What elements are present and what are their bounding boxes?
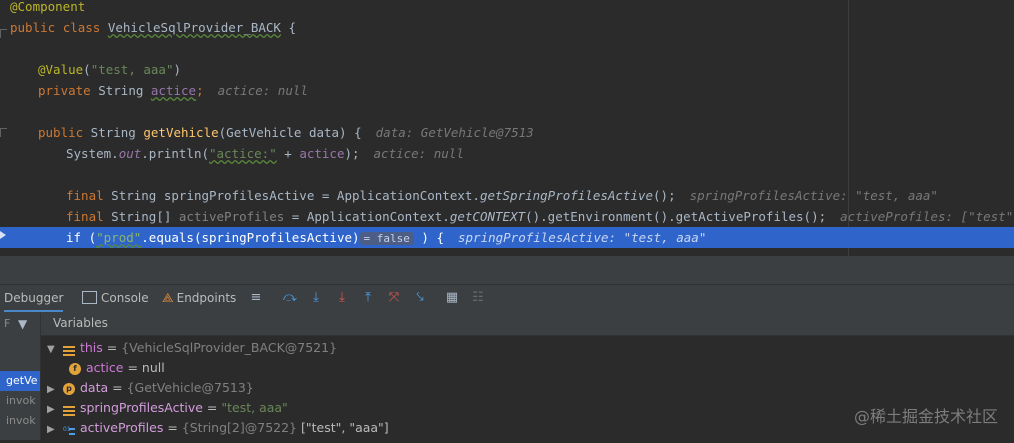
trace-icon[interactable]: ☷ (470, 290, 486, 306)
code-line-13-partial (0, 248, 1014, 256)
variable-row-springProfilesActive[interactable]: ▶ springProfilesActive = "test, aaa" (47, 398, 288, 418)
endpoints-icon: ⟁ (162, 291, 174, 306)
console-icon (82, 291, 97, 304)
inline-debug-hint: data: GetVehicle@7513 (375, 125, 534, 140)
tab-console[interactable]: Console (82, 284, 149, 312)
variable-row-this[interactable]: ▼ this = {VehicleSqlProvider_BACK@7521} (47, 338, 337, 358)
variable-row-activeProfiles[interactable]: ▶ 01 activeProfiles = {String[2]@7522} ["… (47, 418, 389, 438)
variable-row-actice[interactable]: f actice = null (69, 358, 165, 378)
fold-marker[interactable] (0, 29, 7, 38)
inline-debug-hint: springProfilesActive: "test, aaa" (689, 188, 938, 203)
frames-filter-label: F (4, 317, 11, 330)
execution-point-icon (0, 231, 6, 239)
inline-debug-hint: actice: null (217, 83, 308, 98)
array-icon: 01 (63, 423, 75, 435)
run-to-cursor-icon[interactable]: ⤥ (412, 290, 428, 306)
filter-icon[interactable]: ▼ (18, 317, 27, 331)
variable-row-data[interactable]: ▶ p data = {GetVehicle@7513} (47, 378, 254, 398)
expand-chevron-icon[interactable]: ▶ (47, 380, 59, 400)
class-name: VehicleSqlProvider_BACK (107, 20, 281, 35)
inline-value-badge: = false (359, 232, 414, 245)
field-icon: f (69, 362, 81, 375)
frame-item[interactable]: invok (0, 391, 40, 411)
inline-debug-hint: activeProfiles: ["test", "aaa"] (840, 209, 1014, 224)
step-over-icon[interactable]: ⤼ (282, 290, 298, 306)
splitter-area[interactable] (0, 256, 1014, 284)
code-line-11: final String[] activeProfiles = Applicat… (0, 206, 1014, 227)
debugger-toolbar (0, 284, 1014, 313)
collapse-chevron-icon[interactable]: ▼ (47, 340, 59, 360)
parameter-icon: p (62, 382, 75, 395)
evaluate-expression-icon[interactable]: ▦ (444, 290, 460, 306)
watermark: @稀土掘金技术社区 (853, 407, 998, 426)
inline-debug-hint: springProfilesActive: "test, aaa" (458, 230, 707, 245)
code-editor[interactable]: @Component public class VehicleSqlProvid… (0, 0, 1014, 256)
expand-chevron-icon[interactable]: ▶ (47, 400, 59, 420)
inline-debug-hint: actice: null (373, 146, 464, 161)
menu-icon[interactable]: ≡ (248, 290, 264, 306)
code-line-8: System.out.println("actice:" + actice); a… (66, 146, 464, 161)
code-line-10: final String springProfilesActive = Appl… (66, 188, 938, 203)
frame-item[interactable]: invok (0, 411, 40, 431)
current-execution-line[interactable]: if ("prod".equals(springProfilesActive) =… (0, 227, 1014, 248)
code-line-1: @Component (10, 0, 86, 14)
variables-header: Variables (41, 313, 1014, 336)
code-line-2: public class VehicleSqlProvider_BACK { (10, 20, 297, 35)
tab-endpoints[interactable]: ⟁ Endpoints (162, 284, 236, 312)
code-line-7: public String getVehicle(GetVehicle data… (38, 125, 534, 140)
step-into-icon[interactable]: ⤓ (308, 290, 324, 306)
object-fields-icon (62, 343, 75, 356)
drop-frame-icon[interactable]: ⤧ (386, 290, 402, 306)
code-line-5: private String actice; actice: null (38, 83, 308, 98)
code-line-4: @Value("test, aaa") (38, 62, 182, 77)
tab-debugger[interactable]: Debugger (4, 284, 64, 312)
step-out-icon[interactable]: ⤒ (360, 290, 376, 306)
force-step-into-icon[interactable]: ⤓ (334, 290, 350, 306)
frame-item[interactable]: getVe (0, 371, 40, 391)
object-fields-icon (62, 403, 75, 416)
expand-chevron-icon[interactable]: ▶ (47, 420, 59, 440)
frames-panel: F ▼ getVe invok invok (0, 313, 41, 440)
